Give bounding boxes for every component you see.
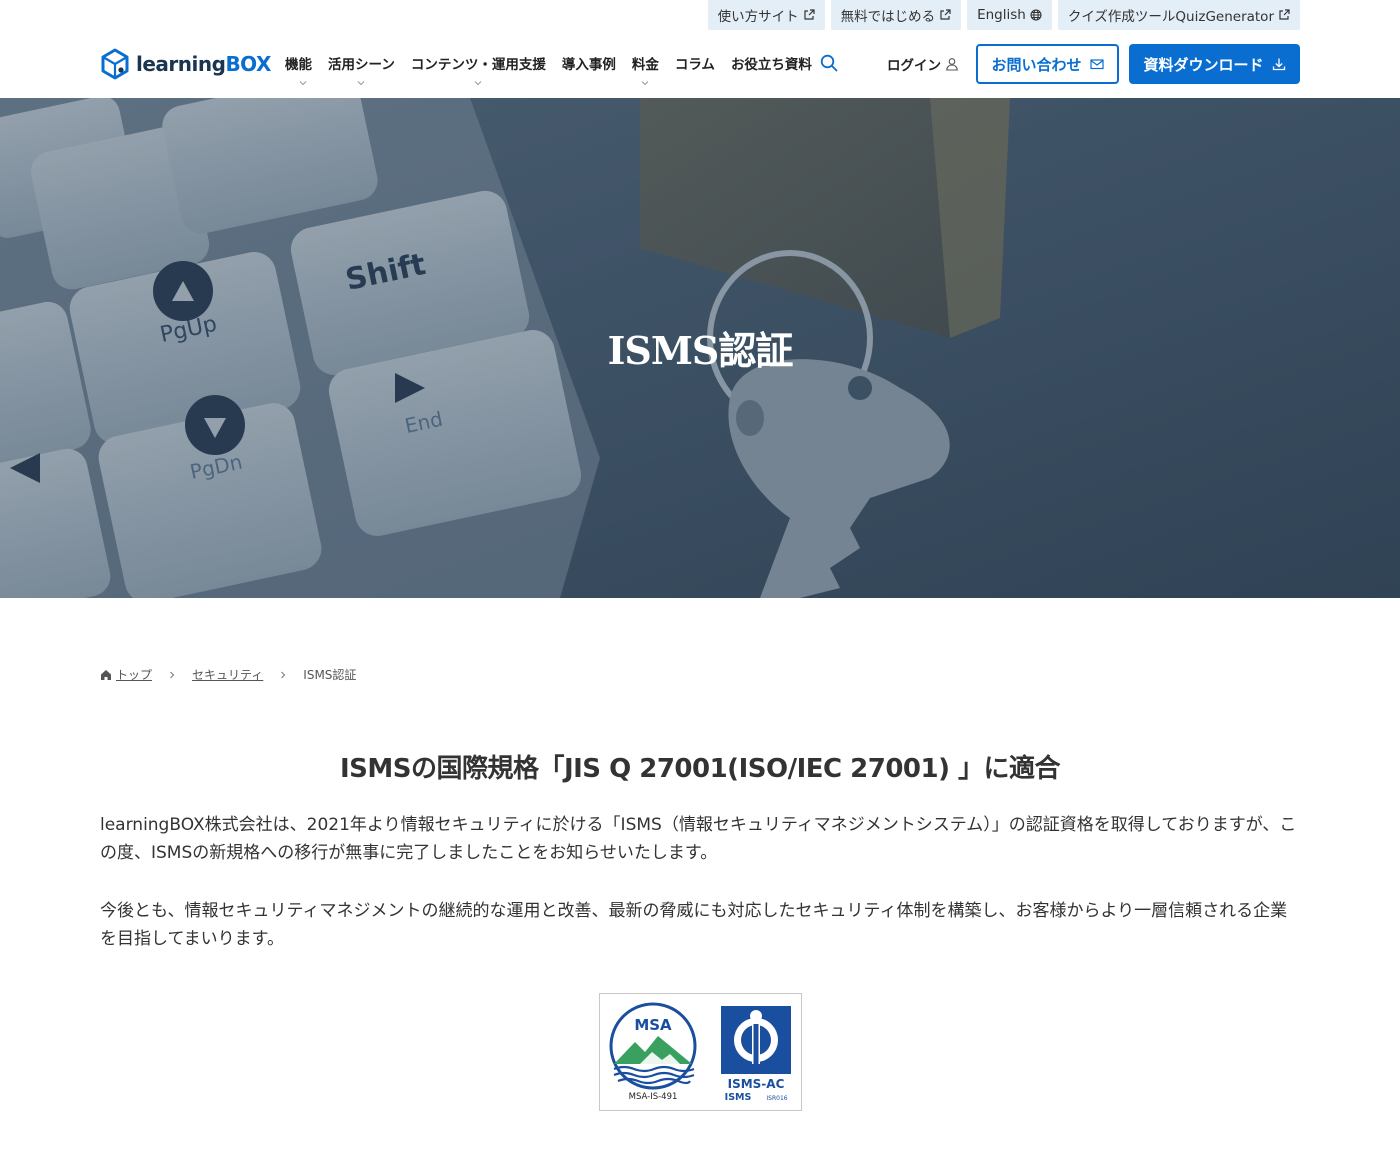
util-link-quiz-generator[interactable]: クイズ作成ツールQuizGenerator xyxy=(1057,0,1300,30)
commitment-paragraph: 今後とも、情報セキュリティマネジメントの継続的な運用と改善、最新の脅威にも対応し… xyxy=(100,901,1288,949)
util-link-english[interactable]: English xyxy=(967,0,1052,30)
breadcrumb-home[interactable]: トップ xyxy=(116,666,152,683)
util-link-label: English xyxy=(977,7,1026,23)
msa-code: MSA-IS-491 xyxy=(629,1092,678,1102)
hero-banner: PgUp Shift PgDn End ISMS認証 xyxy=(0,98,1400,598)
site-logo[interactable]: learningBOX xyxy=(100,48,271,80)
util-link-label: 使い方サイト xyxy=(717,9,799,25)
msa-label: MSA xyxy=(634,1016,672,1034)
contact-button[interactable]: お問い合わせ xyxy=(976,44,1119,84)
nav-item-column[interactable]: コラム xyxy=(667,53,723,81)
intro-paragraph: learningBOX株式会社は、2021年より情報セキュリティに於ける「ISM… xyxy=(100,815,1297,863)
globe-icon xyxy=(1030,9,1042,21)
external-link-icon xyxy=(940,9,951,20)
nav-item-contents-support[interactable]: コンテンツ・運用支援 xyxy=(403,53,554,86)
chevron-down-icon xyxy=(299,81,306,86)
page-title: ISMS認証 xyxy=(607,328,794,373)
nav-item-use-cases[interactable]: 活用シーン xyxy=(320,53,403,86)
nav-item-case-studies[interactable]: 導入事例 xyxy=(554,53,624,81)
nav-item-resources[interactable]: お役立ち資料 xyxy=(723,53,820,81)
isms-ac-label: ISMS-AC xyxy=(728,1077,785,1091)
download-button[interactable]: 資料ダウンロード xyxy=(1129,44,1300,84)
search-icon[interactable] xyxy=(820,54,838,72)
section-heading: ISMSの国際規格「JIS Q 27001(ISO/IEC 27001) 」に適… xyxy=(339,754,1061,784)
util-link-label: 無料ではじめる xyxy=(840,9,936,25)
login-link[interactable]: ログイン xyxy=(887,54,959,74)
utility-bar: 使い方サイト 無料ではじめる English クイズ作成ツールQuizGener… xyxy=(707,0,1300,30)
logo-text: learningBOX xyxy=(136,52,271,76)
msa-certification-mark: MSA MSA-IS-491 xyxy=(609,1002,697,1102)
chevron-down-icon xyxy=(641,81,649,86)
chevron-right-icon xyxy=(170,671,175,678)
chevron-down-icon xyxy=(358,81,365,86)
mail-icon xyxy=(1089,59,1104,70)
nav-item-pricing[interactable]: 料金 xyxy=(624,53,667,86)
chevron-down-icon xyxy=(474,81,482,86)
util-link-free-start[interactable]: 無料ではじめる xyxy=(830,0,962,30)
chevron-right-icon xyxy=(281,671,286,678)
util-link-guide[interactable]: 使い方サイト xyxy=(707,0,825,30)
site-header: learningBOX 機能 活用シーン コンテンツ・運用支援 導入事例 料金 … xyxy=(0,30,1400,98)
external-link-icon xyxy=(803,9,815,20)
download-icon xyxy=(1272,58,1285,71)
external-link-icon xyxy=(1279,9,1290,20)
certification-logos: MSA MSA-IS-491 ISMS-AC ISMS ISR016 xyxy=(599,993,802,1111)
global-nav: 機能 活用シーン コンテンツ・運用支援 導入事例 料金 コラム お役立ち資料 xyxy=(285,53,820,86)
breadcrumb-current: ISMS認証 xyxy=(303,668,357,682)
breadcrumb-security[interactable]: セキュリティ xyxy=(192,666,263,683)
isms-ac-certification-mark: ISMS-AC ISMS ISR016 xyxy=(721,1006,791,1103)
nav-item-features[interactable]: 機能 xyxy=(285,53,320,86)
cube-logo-icon xyxy=(101,48,129,80)
util-link-label: クイズ作成ツールQuizGenerator xyxy=(1067,9,1274,25)
isms-code: ISR016 xyxy=(766,1095,787,1102)
isms-label: ISMS xyxy=(725,1092,752,1103)
home-icon xyxy=(101,669,111,680)
user-icon xyxy=(946,58,958,71)
breadcrumb: トップ セキュリティ ISMS認証 xyxy=(100,666,356,683)
